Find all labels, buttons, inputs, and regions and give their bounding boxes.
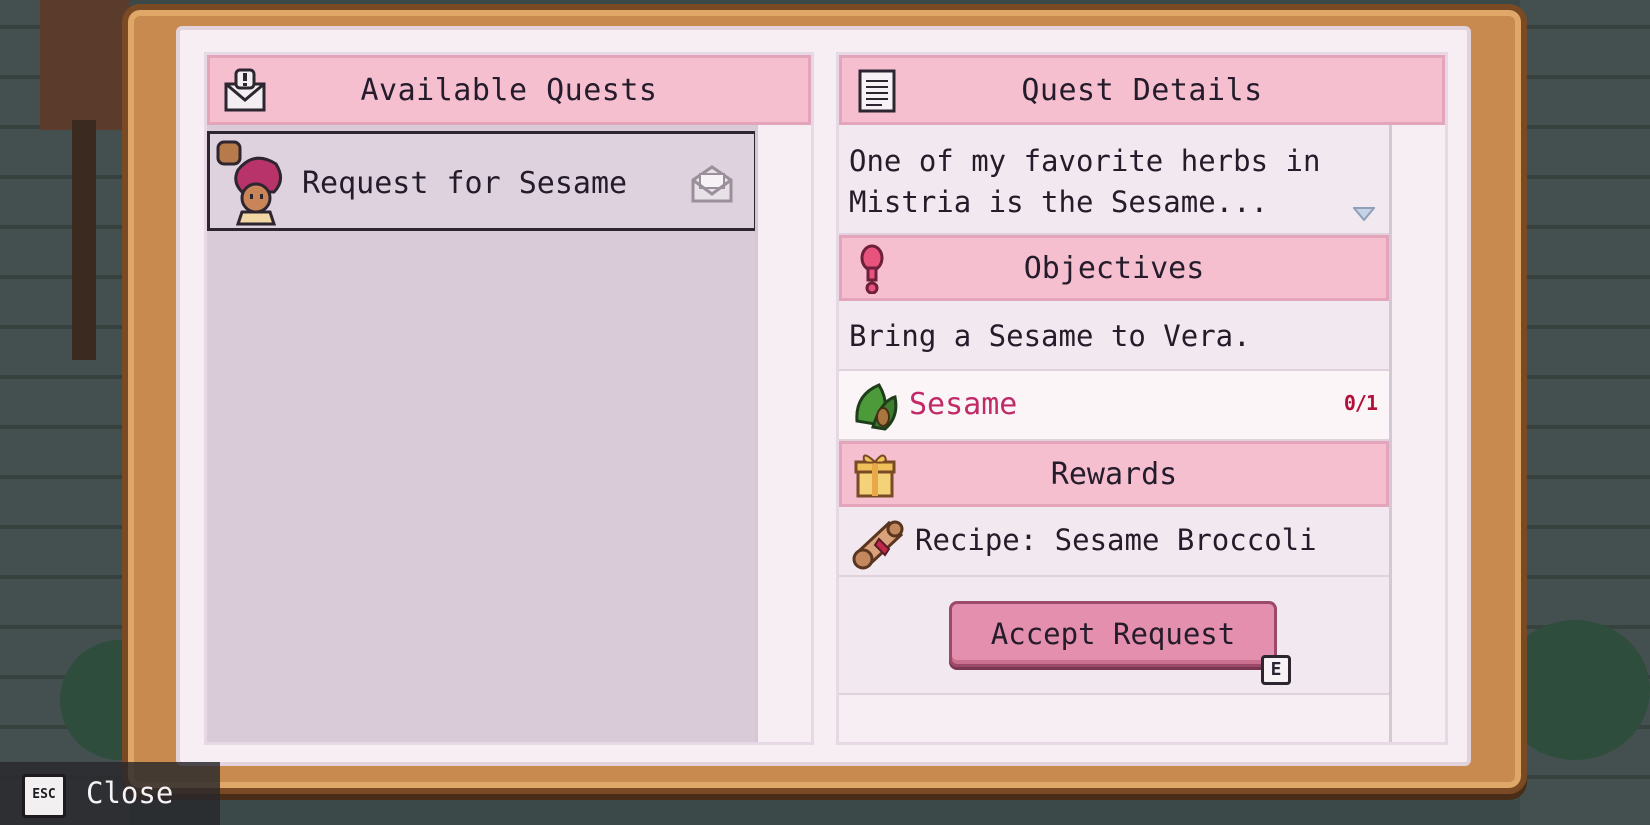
exclamation-icon [860,244,884,294]
building-post [72,120,96,360]
document-icon [858,69,896,113]
objectives-title: Objectives [1023,250,1205,286]
description-line: One of my favorite herbs in [849,144,1321,178]
close-label: Close [86,776,174,810]
objectives-header: Objectives [839,235,1389,301]
available-quests-panel: Available Quests Request for Sesame [204,52,814,745]
reward-item-name: Recipe: Sesame Broccoli [915,523,1317,557]
envelope-icon [691,165,733,203]
objective-item-name: Sesame [909,387,1018,422]
accept-area: Accept Request E [839,577,1389,695]
quest-details-header: Quest Details [839,55,1445,125]
available-quests-header: Available Quests [207,55,811,125]
objective-item-count: 0/1 [1343,391,1378,415]
vera-portrait-icon [216,140,282,226]
accept-key-hint: E [1261,655,1291,685]
close-hint[interactable]: ESC Close [0,762,220,825]
quest-list-item[interactable]: Request for Sesame [207,131,757,231]
objective-item-row: Sesame 0/1 [839,371,1389,441]
envelope-alert-icon [224,68,266,112]
gift-box-icon [854,454,896,498]
quest-details-title: Quest Details [1021,72,1263,108]
available-quests-title: Available Quests [360,72,658,108]
sesame-leaf-icon [855,383,898,431]
rewards-title: Rewards [1050,456,1178,492]
quest-details-panel: Quest Details One of my favorite herbs i… [836,52,1448,745]
quest-list-scroll-rail[interactable] [755,125,811,742]
scroll-down-arrow-icon[interactable] [1353,207,1375,221]
rewards-header: Rewards [839,441,1389,507]
recipe-scroll-icon [852,520,904,570]
accept-request-button[interactable]: Accept Request [949,601,1277,667]
description-line: Mistria is the Sesame... [849,185,1269,219]
building-roof [40,0,130,130]
reward-item-row: Recipe: Sesame Broccoli [839,507,1389,577]
esc-key-icon: ESC [22,774,66,818]
objective-description: Bring a Sesame to Vera. [839,301,1389,371]
quest-title: Request for Sesame [302,166,628,201]
quest-description: One of my favorite herbs in Mistria is t… [839,125,1389,235]
quest-details-scroll-rail[interactable] [1389,125,1445,742]
